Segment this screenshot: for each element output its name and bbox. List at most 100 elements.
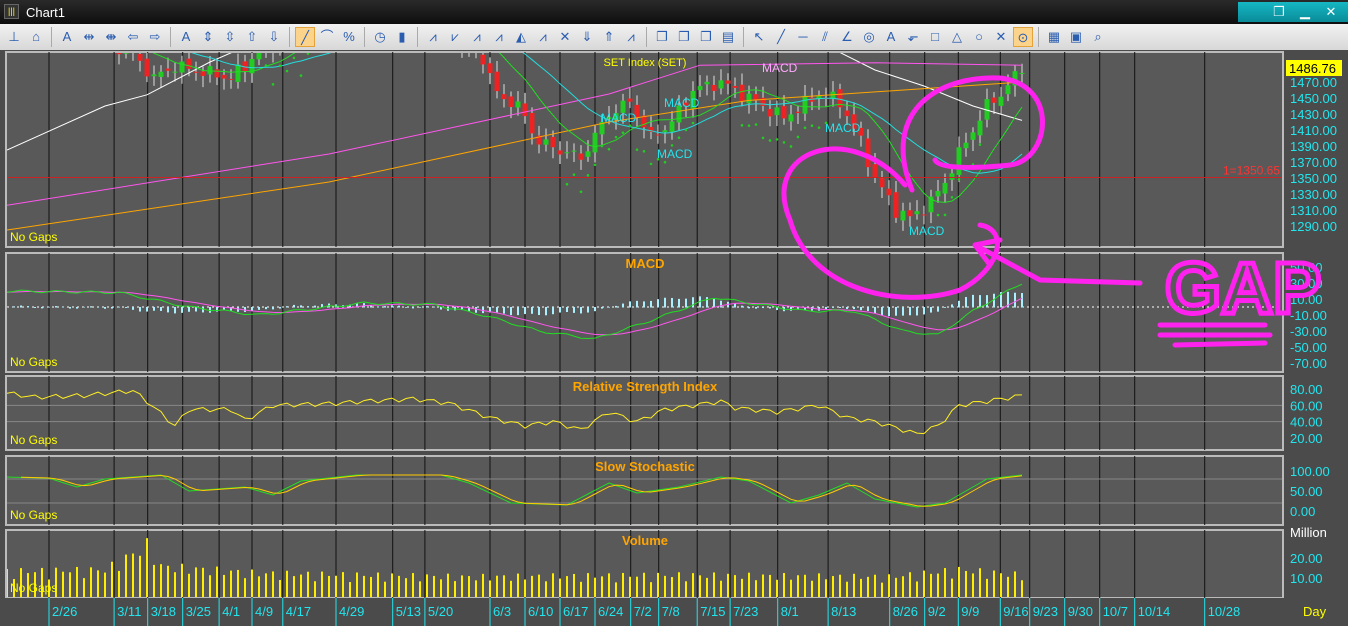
move-up-icon[interactable]: ⇑ bbox=[599, 27, 619, 47]
volume-bar bbox=[762, 574, 764, 597]
line-icon[interactable]: ╱ bbox=[771, 27, 791, 47]
add-overlay-icon[interactable]: ⩘ bbox=[467, 27, 487, 47]
properties-icon[interactable]: ▣ bbox=[1066, 27, 1086, 47]
compress-vertical-icon[interactable]: ⇳ bbox=[220, 27, 240, 47]
macd-histogram-bar bbox=[937, 307, 939, 312]
date-label: 4/1 bbox=[222, 604, 240, 619]
candlestick-icon[interactable]: ▮ bbox=[392, 27, 412, 47]
fan-icon[interactable]: ∠ bbox=[837, 27, 857, 47]
remove-indicator-icon[interactable]: ⩘ bbox=[533, 27, 553, 47]
paint-icon[interactable]: ◭ bbox=[511, 27, 531, 47]
volume-bar bbox=[657, 572, 659, 597]
macd-histogram-bar bbox=[587, 307, 589, 313]
macd-histogram-bar bbox=[517, 307, 519, 316]
candle bbox=[655, 134, 661, 136]
duplicate-icon[interactable]: ❐ bbox=[696, 27, 716, 47]
ellipse-icon[interactable]: ○ bbox=[969, 27, 989, 47]
macd-histogram-bar bbox=[867, 307, 869, 312]
macd-histogram-bar bbox=[258, 307, 260, 310]
add-study-icon[interactable]: ⩗ bbox=[445, 27, 465, 47]
macd-histogram-bar bbox=[839, 307, 841, 308]
volume-bar bbox=[419, 581, 421, 597]
macd-histogram-bar bbox=[825, 307, 827, 310]
volume-bar bbox=[426, 574, 428, 597]
chart-area[interactable]: MACDMACDMACDMACDMACDMACDMACDMACDSET Inde… bbox=[0, 50, 1348, 626]
volume-bar bbox=[202, 567, 204, 597]
log-scale-icon[interactable]: ⌒ bbox=[317, 27, 337, 47]
restore-icon[interactable]: ❐ bbox=[1268, 2, 1290, 22]
delete-drawing-icon[interactable]: ✕ bbox=[991, 27, 1011, 47]
minimize-icon[interactable]: ▁ bbox=[1294, 2, 1316, 22]
sar-dot bbox=[978, 143, 982, 146]
rectangle-icon[interactable]: □ bbox=[925, 27, 945, 47]
arrow-right-icon[interactable]: ⇨ bbox=[145, 27, 165, 47]
volume-bar bbox=[321, 571, 323, 597]
date-label: 9/30 bbox=[1068, 604, 1093, 619]
text-axis-icon[interactable]: A bbox=[57, 27, 77, 47]
print-preview-icon[interactable]: ⌕ bbox=[1088, 27, 1108, 47]
delete-icon[interactable]: ✕ bbox=[555, 27, 575, 47]
volume-bar bbox=[881, 582, 883, 597]
callout-icon[interactable]: ⬐ bbox=[903, 27, 923, 47]
volume-bar bbox=[685, 581, 687, 597]
candle bbox=[711, 84, 717, 91]
copy-icon[interactable]: ❐ bbox=[652, 27, 672, 47]
candle bbox=[193, 71, 199, 73]
add-indicator-icon[interactable]: ⩘ bbox=[423, 27, 443, 47]
pin-icon[interactable]: ⊥ bbox=[4, 27, 24, 47]
volume-bar bbox=[811, 580, 813, 597]
grid-icon[interactable]: ▦ bbox=[1044, 27, 1064, 47]
arrow-left-icon[interactable]: ⇦ bbox=[123, 27, 143, 47]
volume-bar bbox=[370, 576, 372, 597]
volume-bar bbox=[398, 575, 400, 597]
expand-horizontal-icon[interactable]: ⇹ bbox=[79, 27, 99, 47]
clipboard-icon[interactable]: ▤ bbox=[718, 27, 738, 47]
macd-histogram-bar bbox=[188, 307, 190, 312]
candle bbox=[739, 84, 745, 102]
volume-bar bbox=[594, 577, 596, 597]
triangle-icon[interactable]: △ bbox=[947, 27, 967, 47]
horizontal-line-icon[interactable]: ─ bbox=[793, 27, 813, 47]
macd-histogram-bar bbox=[692, 297, 694, 308]
toolbar-separator bbox=[289, 27, 290, 47]
volume-bar bbox=[531, 575, 533, 597]
stoch-panel: Slow Stochastic No Gaps bbox=[5, 455, 1284, 526]
macd-histogram-bar bbox=[419, 307, 421, 308]
magnet-icon[interactable]: ⊙ bbox=[1013, 27, 1033, 47]
sar-dot bbox=[768, 139, 772, 142]
date-label: 6/3 bbox=[493, 604, 511, 619]
close-icon[interactable]: ✕ bbox=[1320, 2, 1342, 22]
macd-histogram-bar bbox=[13, 306, 15, 308]
home-icon[interactable]: ⌂ bbox=[26, 27, 46, 47]
move-down-icon[interactable]: ⇓ bbox=[577, 27, 597, 47]
cursor-icon[interactable]: ↖ bbox=[749, 27, 769, 47]
add-panel-icon[interactable]: ⩘ bbox=[489, 27, 509, 47]
linear-scale-icon[interactable]: ╱ bbox=[295, 27, 315, 47]
volume-bar bbox=[237, 569, 239, 597]
sar-dot bbox=[670, 144, 674, 147]
candle bbox=[907, 210, 913, 217]
paste-icon[interactable]: ❐ bbox=[674, 27, 694, 47]
macd-histogram-bar bbox=[720, 300, 722, 308]
sar-dot bbox=[565, 182, 569, 186]
sar-dot bbox=[824, 121, 828, 125]
date-label: 9/23 bbox=[1033, 604, 1058, 619]
expand-vertical-icon[interactable]: ⇕ bbox=[198, 27, 218, 47]
volume-bar bbox=[825, 579, 827, 597]
compress-horizontal-icon[interactable]: ⇼ bbox=[101, 27, 121, 47]
parallel-lines-icon[interactable]: ⫽ bbox=[815, 27, 835, 47]
axis-label: -70.00 bbox=[1290, 356, 1327, 371]
arrow-down-icon[interactable]: ⇩ bbox=[264, 27, 284, 47]
volume-bar bbox=[307, 571, 309, 597]
remove-panel-icon[interactable]: ⩘ bbox=[621, 27, 641, 47]
arrow-up-icon[interactable]: ⇧ bbox=[242, 27, 262, 47]
percent-icon[interactable]: % bbox=[339, 27, 359, 47]
text-tool-icon[interactable]: A bbox=[881, 27, 901, 47]
sar-dot bbox=[810, 124, 814, 127]
sar-dot bbox=[775, 138, 779, 141]
macd-signal-label: MACD bbox=[825, 121, 861, 135]
vertical-text-icon[interactable]: A bbox=[176, 27, 196, 47]
timer-icon[interactable]: ◷ bbox=[370, 27, 390, 47]
circle-tool-icon[interactable]: ◎ bbox=[859, 27, 879, 47]
macd-histogram-bar bbox=[706, 297, 708, 308]
